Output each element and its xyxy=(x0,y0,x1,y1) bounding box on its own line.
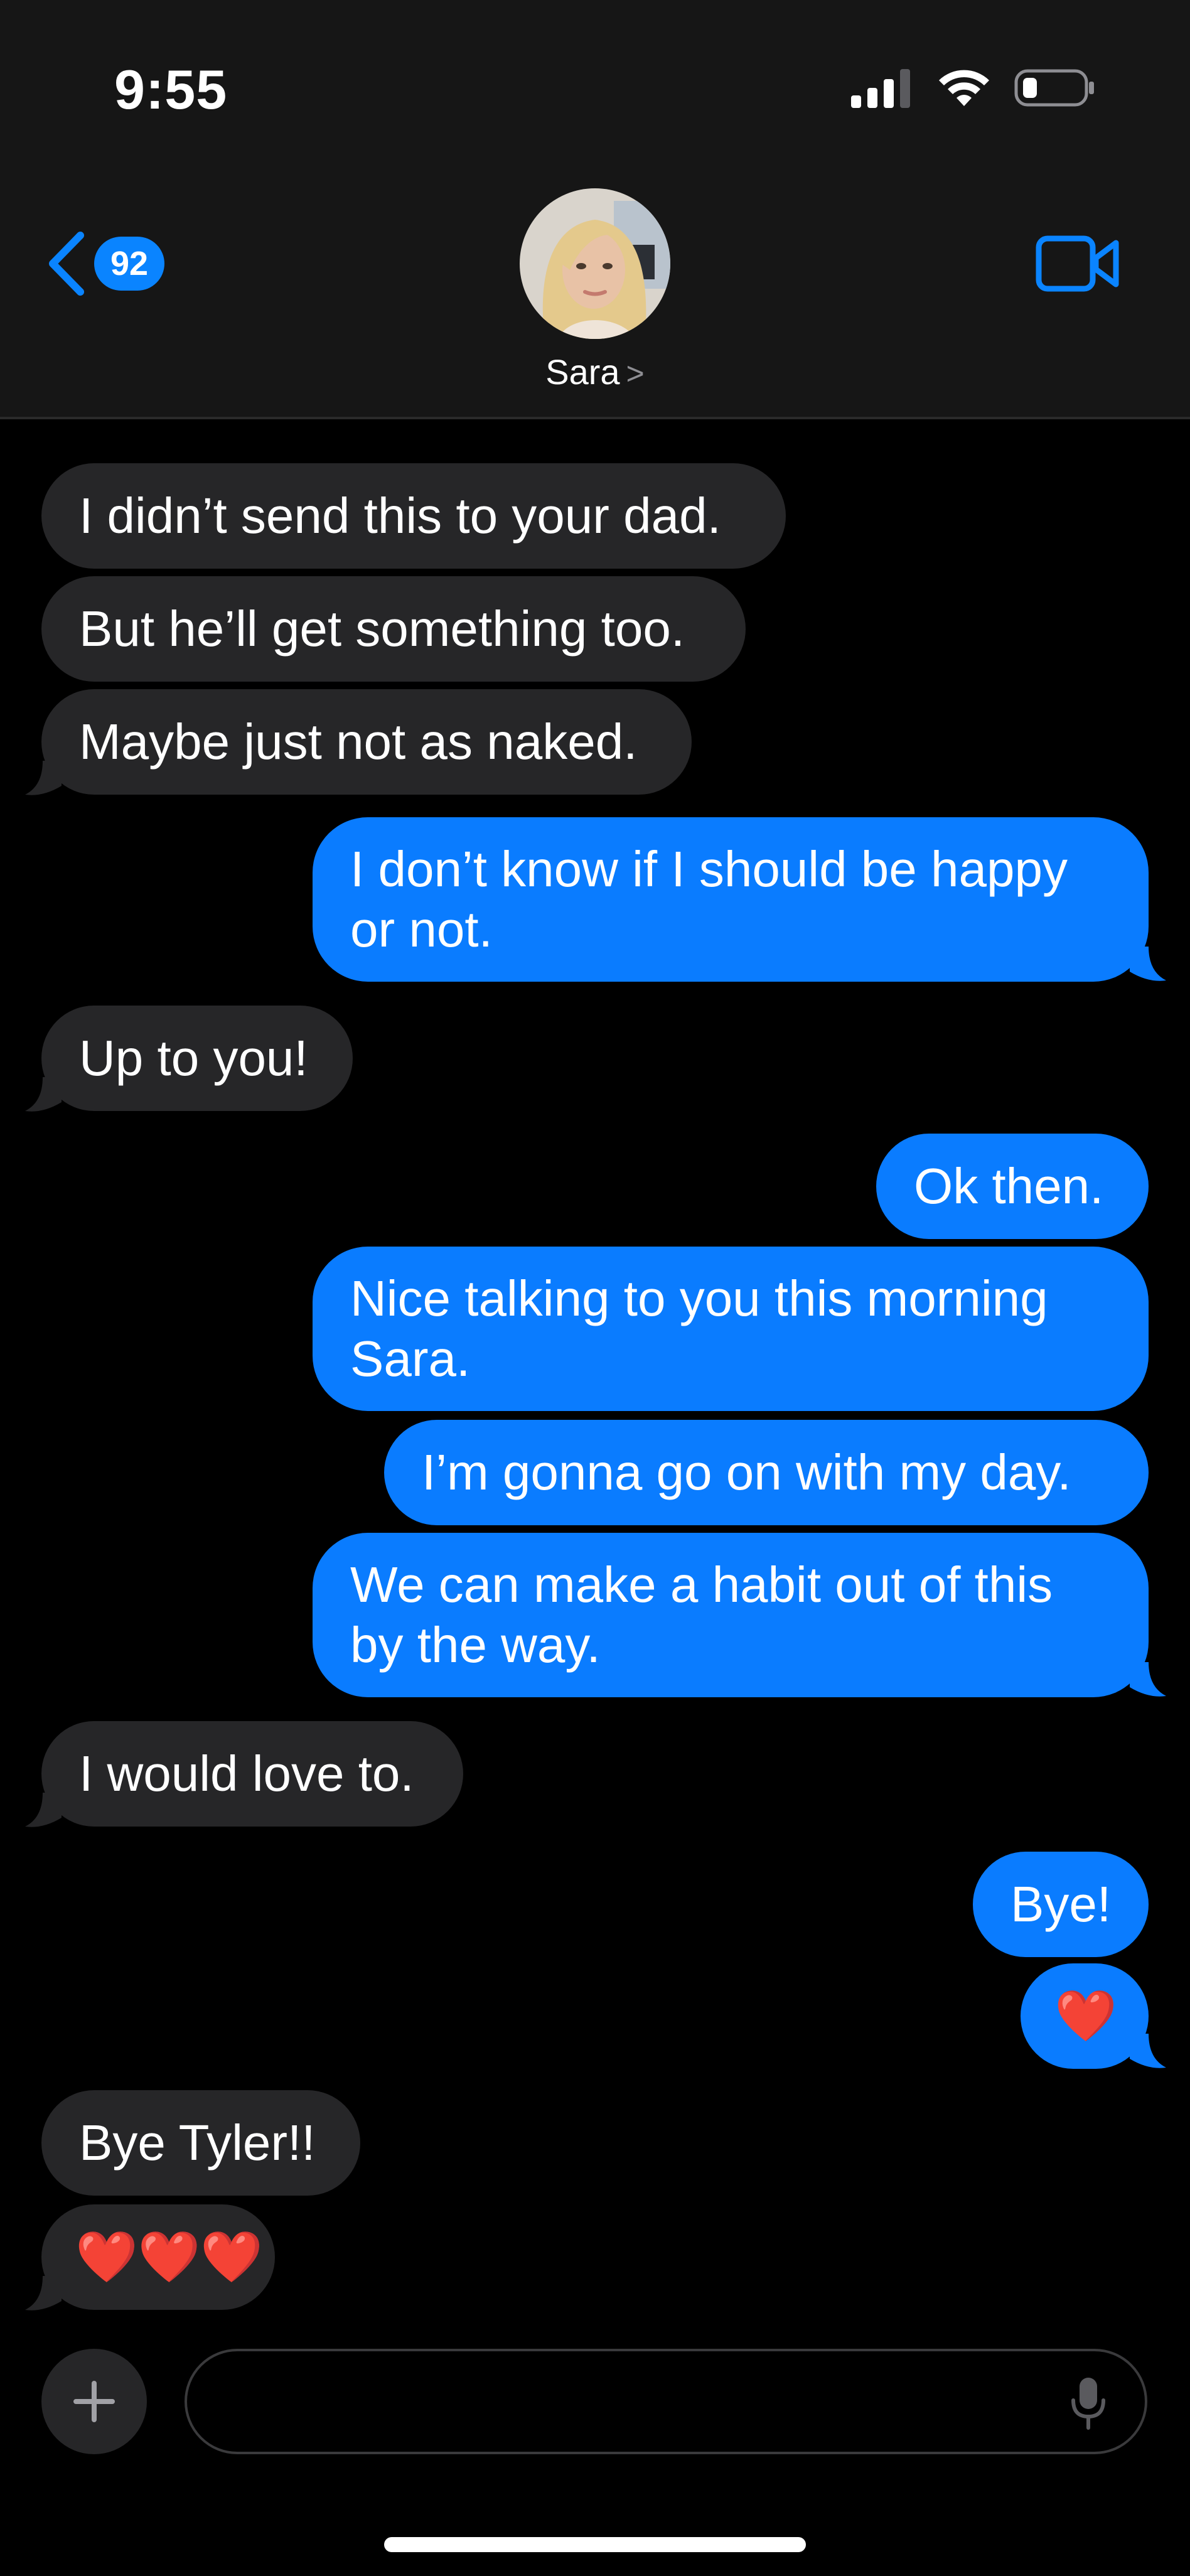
bubble-tail xyxy=(25,1077,62,1112)
home-indicator[interactable] xyxy=(384,2537,806,2552)
bubble-tail xyxy=(1130,947,1166,981)
wifi-icon xyxy=(939,70,989,106)
message-bubble-outgoing[interactable]: Bye! xyxy=(973,1852,1149,1957)
unread-count-badge: 92 xyxy=(94,237,164,291)
bubble-tail xyxy=(1130,2034,1166,2068)
message-bubble-outgoing[interactable]: Nice talking to you this morning Sara. xyxy=(313,1247,1149,1411)
contact-name-button[interactable]: Sara > xyxy=(0,352,1190,392)
add-attachment-button[interactable] xyxy=(41,2349,147,2454)
conversation-header: 9:55 92 Sara > xyxy=(0,0,1190,419)
message-bubble-outgoing[interactable]: I don’t know if I should be happy or not… xyxy=(313,817,1149,982)
message-bubble-incoming[interactable]: I would love to. xyxy=(41,1721,463,1827)
message-bubble-incoming[interactable]: I didn’t send this to your dad. xyxy=(41,463,786,569)
avatar[interactable] xyxy=(520,188,670,339)
message-input[interactable] xyxy=(212,2370,1028,2433)
message-bubble-incoming[interactable]: But he’ll get something too. xyxy=(41,576,746,682)
contact-name: Sara xyxy=(545,352,620,392)
message-bubble-incoming[interactable]: Up to you! xyxy=(41,1006,353,1111)
message-bubble-outgoing[interactable]: We can make a habit out of this by the w… xyxy=(313,1533,1149,1697)
back-button[interactable]: 92 xyxy=(44,226,164,301)
microphone-icon[interactable] xyxy=(1069,2375,1107,2432)
chevron-left-icon xyxy=(49,232,84,296)
bubble-tail xyxy=(25,1793,62,1827)
message-bubble-incoming[interactable]: ❤️❤️❤️ xyxy=(41,2204,275,2310)
message-bubble-incoming[interactable]: Maybe just not as naked. xyxy=(41,689,692,795)
status-time: 9:55 xyxy=(114,58,228,121)
bubble-tail xyxy=(25,2276,62,2310)
plus-icon xyxy=(73,2381,115,2422)
bubble-tail xyxy=(25,761,62,795)
cellular-signal-icon xyxy=(851,69,910,108)
chevron-right-icon: > xyxy=(626,356,645,391)
message-bubble-incoming[interactable]: Bye Tyler!! xyxy=(41,2090,360,2196)
status-icons xyxy=(851,63,1096,113)
message-input-field[interactable] xyxy=(185,2349,1147,2454)
battery-icon xyxy=(1014,69,1094,107)
video-camera-icon xyxy=(1036,235,1119,292)
message-bubble-outgoing[interactable]: I’m gonna go on with my day. xyxy=(384,1420,1149,1525)
message-bubble-outgoing[interactable]: Ok then. xyxy=(876,1134,1149,1239)
bubble-tail xyxy=(1130,1662,1166,1697)
video-call-button[interactable] xyxy=(1036,235,1121,295)
